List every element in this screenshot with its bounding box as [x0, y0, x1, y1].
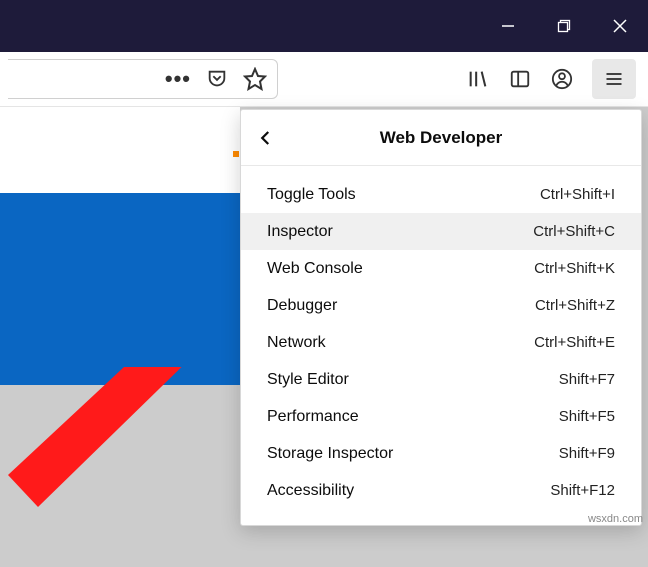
menu-item-label: Toggle Tools	[267, 186, 356, 204]
page-blue-region	[0, 193, 240, 385]
page-white-region	[0, 107, 240, 193]
menu-item-shortcut: Ctrl+Shift+C	[533, 223, 615, 240]
menu-item-performance[interactable]: Performance Shift+F5	[241, 398, 641, 435]
menu-item-label: Performance	[267, 408, 359, 426]
menu-item-debugger[interactable]: Debugger Ctrl+Shift+Z	[241, 287, 641, 324]
restore-button[interactable]	[536, 0, 592, 52]
menu-item-label: Style Editor	[267, 371, 349, 389]
submenu-header: Web Developer	[241, 110, 641, 166]
app-menu-button[interactable]	[592, 59, 636, 99]
menu-item-shortcut: Ctrl+Shift+K	[534, 260, 615, 277]
menu-item-shortcut: Shift+F5	[559, 408, 615, 425]
window-titlebar	[0, 0, 648, 52]
bookmark-star-icon[interactable]	[243, 67, 267, 91]
browser-toolbar: •••	[0, 52, 648, 107]
sidebar-icon[interactable]	[508, 67, 532, 91]
menu-item-shortcut: Ctrl+Shift+Z	[535, 297, 615, 314]
submenu-list: Toggle Tools Ctrl+Shift+I Inspector Ctrl+Sh…	[241, 166, 641, 525]
menu-item-toggle-tools[interactable]: Toggle Tools Ctrl+Shift+I	[241, 176, 641, 213]
menu-item-shortcut: Shift+F7	[559, 371, 615, 388]
menu-item-label: Network	[267, 334, 326, 352]
watermark: wsxdn.com	[588, 513, 643, 525]
menu-item-shortcut: Shift+F12	[550, 482, 615, 499]
toolbar-right	[466, 59, 640, 99]
submenu-title: Web Developer	[241, 128, 641, 148]
menu-item-network[interactable]: Network Ctrl+Shift+E	[241, 324, 641, 361]
menu-item-shortcut: Ctrl+Shift+I	[540, 186, 615, 203]
account-icon[interactable]	[550, 67, 574, 91]
close-button[interactable]	[592, 0, 648, 52]
page-orange-accent	[233, 151, 239, 157]
menu-item-label: Debugger	[267, 297, 337, 315]
menu-item-style-editor[interactable]: Style Editor Shift+F7	[241, 361, 641, 398]
library-icon[interactable]	[466, 67, 490, 91]
page-content: Web Developer Toggle Tools Ctrl+Shift+I In…	[0, 107, 648, 528]
menu-item-label: Accessibility	[267, 482, 354, 500]
web-developer-submenu: Web Developer Toggle Tools Ctrl+Shift+I In…	[240, 109, 642, 526]
menu-item-inspector[interactable]: Inspector Ctrl+Shift+C	[241, 213, 641, 250]
submenu-back-button[interactable]	[241, 110, 291, 166]
menu-item-shortcut: Ctrl+Shift+E	[534, 334, 615, 351]
menu-item-storage-inspector[interactable]: Storage Inspector Shift+F9	[241, 435, 641, 472]
url-bar[interactable]: •••	[8, 59, 278, 99]
menu-item-label: Web Console	[267, 260, 363, 278]
menu-item-web-console[interactable]: Web Console Ctrl+Shift+K	[241, 250, 641, 287]
menu-item-shortcut: Shift+F9	[559, 445, 615, 462]
menu-item-label: Inspector	[267, 223, 333, 241]
menu-item-accessibility[interactable]: Accessibility Shift+F12	[241, 472, 641, 509]
pocket-icon[interactable]	[205, 67, 229, 91]
menu-item-label: Storage Inspector	[267, 445, 393, 463]
minimize-button[interactable]	[480, 0, 536, 52]
